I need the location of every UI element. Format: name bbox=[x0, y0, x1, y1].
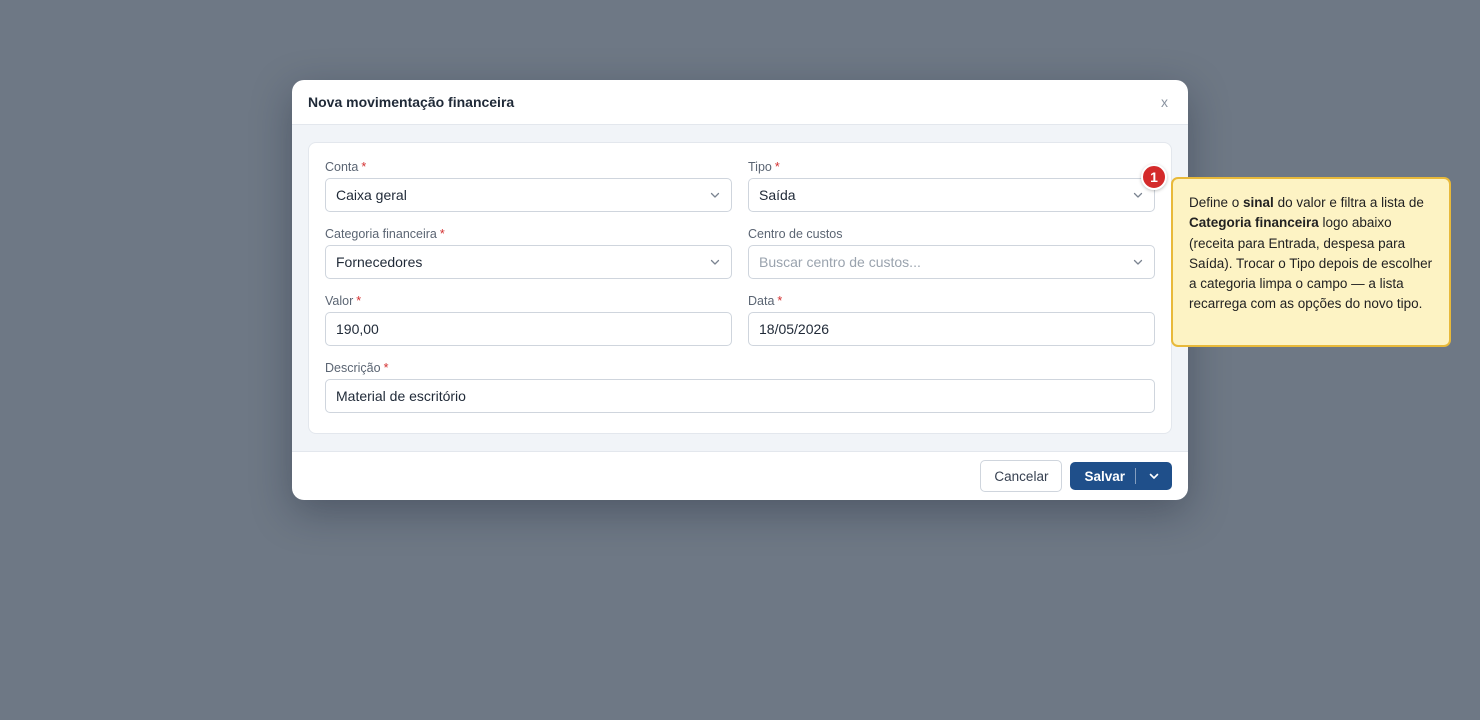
field-centro-custos: Centro de custos Buscar centro de custos… bbox=[748, 226, 1155, 279]
modal-title: Nova movimentação financeira bbox=[308, 94, 515, 110]
valor-input[interactable]: 190,00 bbox=[325, 312, 732, 346]
annotation-badge: 1 bbox=[1141, 164, 1167, 190]
annotation-tooltip: Define o sinal do valor e filtra a lista… bbox=[1171, 177, 1451, 347]
data-input[interactable]: 18/05/2026 bbox=[748, 312, 1155, 346]
save-split-button: Salvar bbox=[1070, 462, 1172, 490]
tooltip-text: Define o bbox=[1189, 195, 1244, 210]
tipo-value: Saída bbox=[759, 187, 796, 203]
descricao-label: Descrição bbox=[325, 361, 381, 375]
modal-dialog: Nova movimentação financeira x Conta * Ca… bbox=[292, 80, 1188, 500]
form-row: Conta * Caixa geral Tipo * Saída bbox=[325, 159, 1155, 212]
form-row: Categoria financeira * Fornecedores Centr… bbox=[325, 226, 1155, 279]
data-value: 18/05/2026 bbox=[759, 321, 830, 337]
data-label: Data bbox=[748, 294, 775, 308]
chevron-down-icon bbox=[710, 259, 720, 265]
centro-custos-placeholder: Buscar centro de custos... bbox=[759, 254, 921, 270]
chevron-down-icon bbox=[1149, 473, 1159, 479]
centro-custos-select[interactable]: Buscar centro de custos... bbox=[748, 245, 1155, 279]
categoria-value: Fornecedores bbox=[336, 254, 423, 270]
field-conta: Conta * Caixa geral bbox=[325, 159, 732, 212]
chevron-down-icon bbox=[710, 192, 720, 198]
categoria-label: Categoria financeira bbox=[325, 227, 437, 241]
tooltip-text: do valor e filtra a lista de bbox=[1273, 195, 1424, 210]
conta-label: Conta bbox=[325, 160, 359, 174]
save-button[interactable]: Salvar bbox=[1070, 462, 1135, 490]
form-row: Descrição * Material de escritório bbox=[325, 360, 1155, 413]
chevron-down-icon bbox=[1133, 192, 1143, 198]
save-options-button[interactable] bbox=[1136, 462, 1172, 490]
form-card: Conta * Caixa geral Tipo * Saída Categor… bbox=[308, 142, 1172, 434]
field-data: Data * 18/05/2026 bbox=[748, 293, 1155, 346]
tipo-select[interactable]: Saída bbox=[748, 178, 1155, 212]
field-categoria: Categoria financeira * Fornecedores bbox=[325, 226, 732, 279]
conta-value: Caixa geral bbox=[336, 187, 407, 203]
required-mark: * bbox=[439, 227, 445, 241]
valor-label: Valor bbox=[325, 294, 354, 308]
modal-footer: Cancelar Salvar bbox=[292, 452, 1188, 500]
descricao-value: Material de escritório bbox=[336, 388, 466, 404]
field-tipo: Tipo * Saída bbox=[748, 159, 1155, 212]
form-row: Valor * 190,00 Data * 18/05/2026 bbox=[325, 293, 1155, 346]
field-valor: Valor * 190,00 bbox=[325, 293, 732, 346]
tooltip-bold-text: sinal bbox=[1243, 195, 1274, 210]
conta-select[interactable]: Caixa geral bbox=[325, 178, 732, 212]
required-mark: * bbox=[774, 160, 780, 174]
modal-body: Conta * Caixa geral Tipo * Saída Categor… bbox=[292, 125, 1188, 452]
tipo-label: Tipo bbox=[748, 160, 772, 174]
required-mark: * bbox=[361, 160, 367, 174]
centro-custos-label: Centro de custos bbox=[748, 227, 843, 241]
descricao-input[interactable]: Material de escritório bbox=[325, 379, 1155, 413]
cancel-button[interactable]: Cancelar bbox=[980, 460, 1063, 492]
modal-header: Nova movimentação financeira x bbox=[292, 80, 1188, 125]
close-icon[interactable]: x bbox=[1157, 91, 1172, 113]
tooltip-bold-text: Categoria financeira bbox=[1189, 215, 1319, 231]
valor-value: 190,00 bbox=[336, 321, 379, 337]
required-mark: * bbox=[356, 294, 362, 308]
required-mark: * bbox=[383, 361, 389, 375]
chevron-down-icon bbox=[1133, 259, 1143, 265]
required-mark: * bbox=[777, 294, 783, 308]
categoria-select[interactable]: Fornecedores bbox=[325, 245, 732, 279]
field-descricao: Descrição * Material de escritório bbox=[325, 360, 1155, 413]
